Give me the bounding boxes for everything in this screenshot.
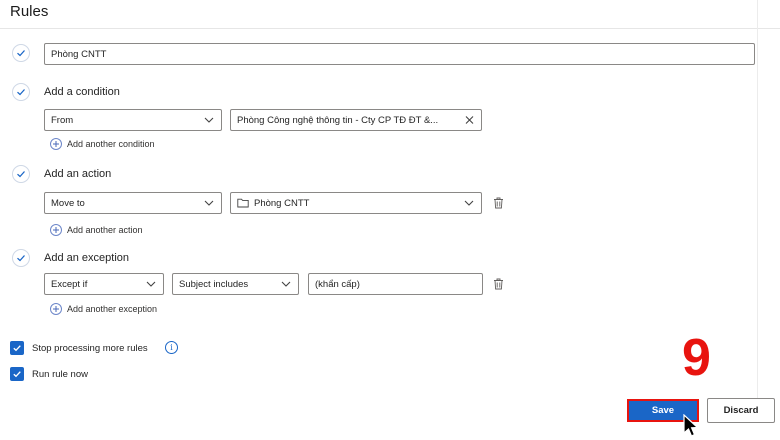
checkbox-checked-icon [10, 341, 24, 355]
step-number-annotation: 9 [682, 329, 711, 387]
add-action-label: Add another action [67, 225, 143, 235]
stop-processing-label: Stop processing more rules [32, 342, 148, 354]
plus-circle-icon [50, 303, 62, 315]
add-action-link[interactable]: Add another action [50, 224, 143, 236]
add-exception-link[interactable]: Add another exception [50, 303, 157, 315]
delete-exception-trash-icon[interactable] [493, 278, 504, 290]
step-complete-check-icon [12, 165, 30, 183]
exception-keyword-input[interactable]: (khẩn cấp) [308, 273, 483, 295]
exception-section-label: Add an exception [44, 252, 130, 264]
info-glyph: i [170, 343, 173, 352]
run-now-label: Run rule now [32, 368, 88, 380]
action-field-dropdown[interactable]: Move to [44, 192, 222, 214]
clear-close-icon[interactable] [465, 116, 474, 125]
chevron-down-icon [204, 117, 214, 123]
condition-section-label: Add a condition [44, 86, 120, 98]
condition-field-value: From [51, 114, 74, 126]
add-condition-link[interactable]: Add another condition [50, 138, 155, 150]
action-section-label: Add an action [44, 168, 112, 180]
mouse-pointer-icon [683, 413, 699, 440]
delete-action-trash-icon[interactable] [493, 197, 504, 209]
run-now-checkbox[interactable]: Run rule now [10, 367, 88, 381]
exception-field-dropdown[interactable]: Except if [44, 273, 164, 295]
page-title: Rules [10, 3, 49, 20]
action-field-value: Move to [51, 197, 85, 209]
top-divider [0, 28, 780, 29]
condition-value-field[interactable]: Phòng Công nghệ thông tin - Cty CP TĐ ĐT… [230, 109, 482, 131]
rule-name-value: Phòng CNTT [51, 48, 107, 60]
exception-keyword-value: (khẩn cấp) [315, 278, 360, 290]
chevron-down-icon [464, 200, 474, 206]
step-complete-check-icon [12, 249, 30, 267]
save-label: Save [651, 405, 675, 416]
chevron-down-icon [146, 281, 156, 287]
add-exception-label: Add another exception [67, 304, 158, 314]
add-condition-label: Add another condition [67, 139, 155, 149]
discard-label: Discard [723, 405, 759, 416]
condition-field-dropdown[interactable]: From [44, 109, 222, 131]
exception-field-value: Except if [51, 278, 88, 290]
step-complete-check-icon [12, 83, 30, 101]
chevron-down-icon [204, 200, 214, 206]
stop-processing-checkbox[interactable]: Stop processing more rules [10, 341, 148, 355]
folder-value: Phòng CNTT [254, 197, 310, 209]
condition-value-text: Phòng Công nghệ thông tin - Cty CP TĐ ĐT… [237, 114, 439, 126]
exception-operator-dropdown[interactable]: Subject includes [172, 273, 299, 295]
chevron-down-icon [281, 281, 291, 287]
plus-circle-icon [50, 138, 62, 150]
folder-icon [237, 198, 249, 208]
folder-dropdown[interactable]: Phòng CNTT [230, 192, 482, 214]
discard-button[interactable]: Discard [707, 398, 775, 423]
rule-name-input[interactable]: Phòng CNTT [44, 43, 755, 65]
exception-operator-value: Subject includes [179, 278, 249, 290]
scrollbar-track[interactable] [757, 0, 758, 400]
plus-circle-icon [50, 224, 62, 236]
info-icon[interactable]: i [165, 341, 178, 354]
step-complete-check-icon [12, 44, 30, 62]
checkbox-checked-icon [10, 367, 24, 381]
